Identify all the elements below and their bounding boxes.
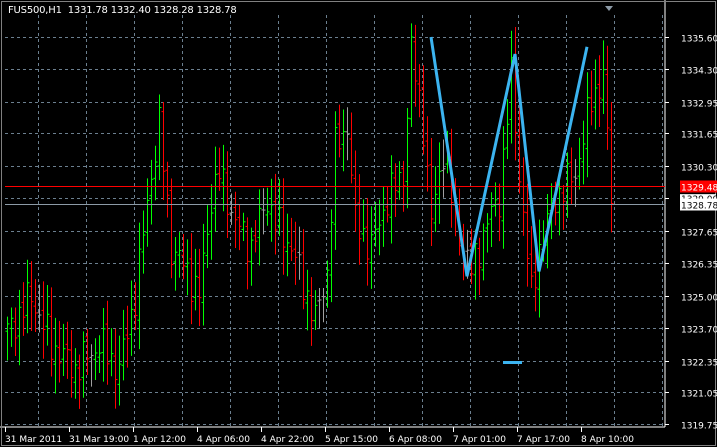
bid-price-label: 1329.48 <box>681 184 717 194</box>
high-value: 1332.40 <box>110 5 151 16</box>
y-tick-label: 1327.65 <box>681 229 717 239</box>
y-tick-label: 1331.65 <box>681 131 717 141</box>
low-value: 1328.28 <box>153 5 194 16</box>
y-tick-label: 1323.70 <box>681 326 717 336</box>
x-tick-label: 7 Apr 01:00 <box>453 435 506 445</box>
y-tick-label: 1322.35 <box>681 359 717 369</box>
close-value: 1328.78 <box>196 5 237 16</box>
symbol: FUS500,H1 <box>8 5 62 16</box>
x-tick-label: 5 Apr 15:00 <box>325 435 378 445</box>
chart-info: FUS500,H1 1331.78 1332.40 1328.28 1328.7… <box>8 5 237 16</box>
x-tick-label: 7 Apr 17:00 <box>517 435 570 445</box>
open-value: 1331.78 <box>67 5 108 16</box>
x-tick-label: 6 Apr 08:00 <box>389 435 442 445</box>
y-tick-label: 1335.60 <box>681 35 717 45</box>
chart-window[interactable]: 1335.60 1334.30 1332.95 1331.65 1330.30 1329.… <box>0 0 717 447</box>
last-price-label: 1328.78 <box>681 202 717 212</box>
chart-border <box>1 1 716 446</box>
x-tick-label: 1 Apr 12:00 <box>133 435 186 445</box>
x-tick-label: 4 Apr 06:00 <box>197 435 250 445</box>
y-tick-label: 1334.30 <box>681 67 717 77</box>
x-tick-label: 31 Mar 19:00 <box>69 435 129 445</box>
y-tick-label: 1319.75 <box>681 422 717 432</box>
chart-shift-icon[interactable] <box>605 6 613 11</box>
y-tick-label: 1332.95 <box>681 100 717 110</box>
price-chart[interactable]: 1335.60 1334.30 1332.95 1331.65 1330.30 1329.… <box>0 0 717 447</box>
y-tick-label: 1326.35 <box>681 261 717 271</box>
zigzag-drawing <box>429 36 589 277</box>
x-tick-label: 8 Apr 10:00 <box>581 435 634 445</box>
y-tick-label: 1325.00 <box>681 294 717 304</box>
y-tick-label: 1321.05 <box>681 390 717 400</box>
x-tick-label: 31 Mar 2011 <box>5 435 62 445</box>
x-tick-label: 4 Apr 22:00 <box>261 435 314 445</box>
y-tick-label: 1330.30 <box>681 164 717 174</box>
